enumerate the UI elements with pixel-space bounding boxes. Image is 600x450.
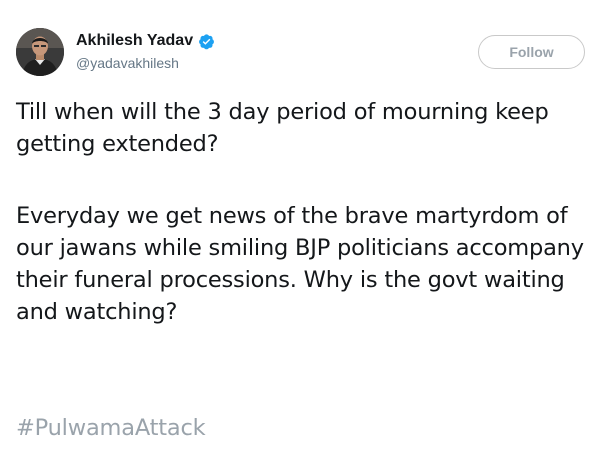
user-handle[interactable]: @yadavakhilesh: [76, 55, 215, 71]
profile-photo-icon: [16, 28, 64, 76]
tweet-paragraph: Till when will the 3 day period of mourn…: [16, 99, 549, 157]
verified-badge-icon: [198, 33, 215, 50]
tweet-text: Till when will the 3 day period of mourn…: [16, 96, 594, 328]
tweet-card: Akhilesh Yadav @yadavakhilesh Follow Til…: [0, 0, 600, 450]
display-name-row: Akhilesh Yadav: [76, 31, 215, 51]
hashtag-link[interactable]: #PulwamaAttack: [16, 412, 206, 444]
user-info: Akhilesh Yadav @yadavakhilesh: [76, 31, 215, 71]
display-name[interactable]: Akhilesh Yadav: [76, 32, 193, 50]
avatar[interactable]: [16, 28, 64, 76]
follow-button[interactable]: Follow: [478, 35, 585, 69]
tweet-paragraph: Everyday we get news of the brave martyr…: [16, 203, 584, 325]
